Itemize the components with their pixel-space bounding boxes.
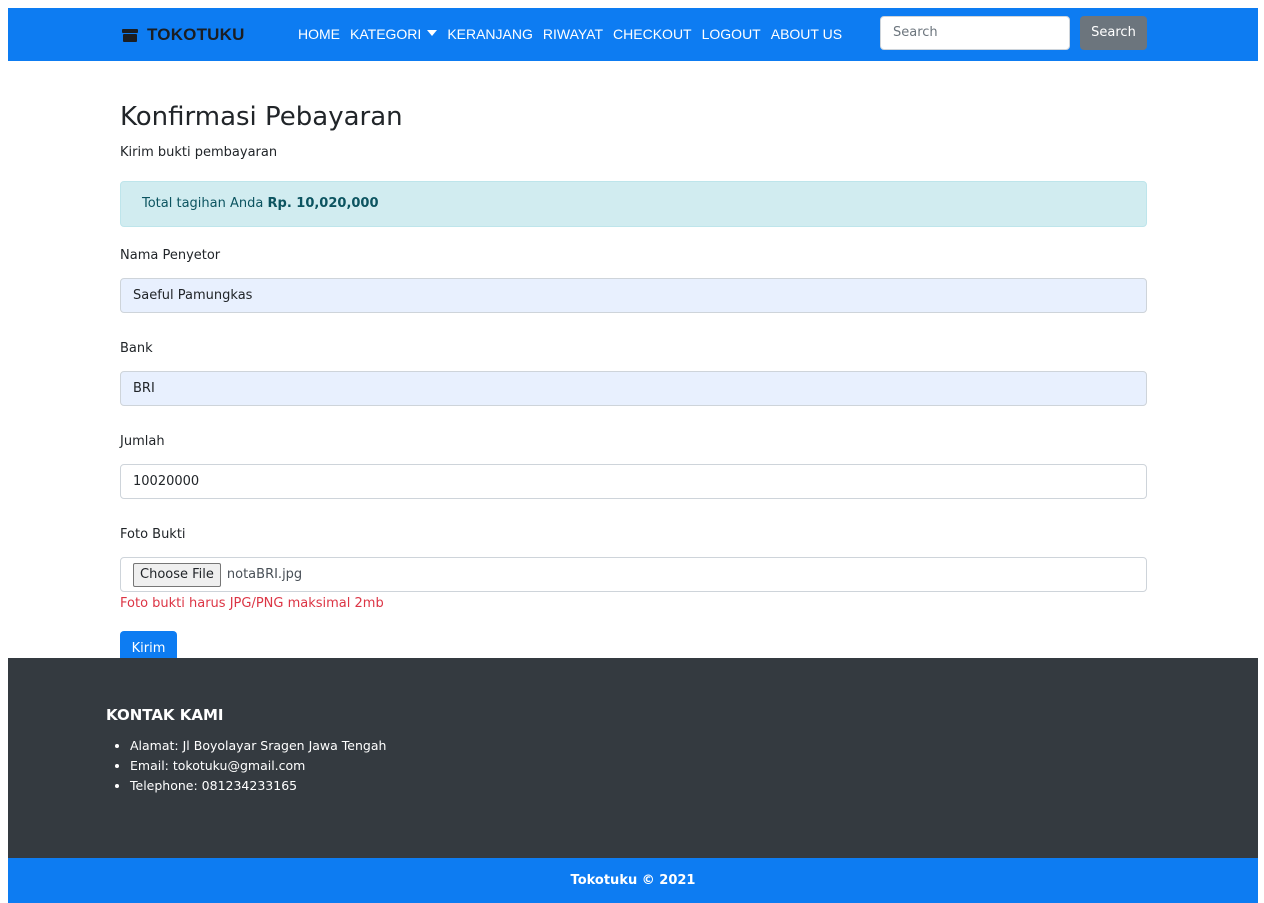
- copyright-bar: Tokotuku © 2021: [8, 858, 1258, 903]
- nav-link-riwayat[interactable]: RIWAYAT: [543, 26, 603, 42]
- footer: KONTAK KAMI Alamat: Jl Boyolayar Sragen …: [8, 658, 1258, 858]
- file-name: notaBRI.jpg: [226, 567, 303, 582]
- nama-field[interactable]: Saeful Pamungkas: [120, 278, 1147, 313]
- bank-field[interactable]: BRI: [120, 371, 1147, 406]
- foto-hint: Foto bukti harus JPG/PNG maksimal 2mb: [120, 596, 384, 611]
- choose-file-button[interactable]: Choose File: [133, 562, 221, 587]
- contact-address: Alamat: Jl Boyolayar Sragen Jawa Tengah: [130, 736, 386, 756]
- brand[interactable]: TOKOTUKU: [121, 25, 245, 45]
- nav-links: HOME KATEGORI KERANJANG RIWAYAT CHECKOUT…: [298, 26, 852, 42]
- nav-link-about-us[interactable]: ABOUT US: [771, 26, 842, 42]
- contact-phone: Telephone: 081234233165: [130, 776, 386, 796]
- nav-link-checkout[interactable]: CHECKOUT: [613, 26, 692, 42]
- contact-list: Alamat: Jl Boyolayar Sragen Jawa Tengah …: [106, 736, 386, 796]
- nav-link-kategori[interactable]: KATEGORI: [350, 26, 438, 42]
- alert-text: Total tagihan Anda: [142, 196, 264, 211]
- caret-down-icon: [427, 30, 438, 37]
- jumlah-field[interactable]: 10020000: [120, 464, 1147, 499]
- bank-label: Bank: [120, 341, 153, 356]
- nav-link-logout[interactable]: LOGOUT: [702, 26, 761, 42]
- cart-icon: [122, 29, 138, 42]
- search-button[interactable]: Search: [1080, 16, 1147, 50]
- top-strip: [0, 0, 1264, 8]
- foto-file-input[interactable]: Choose File notaBRI.jpg: [120, 557, 1147, 592]
- foto-label: Foto Bukti: [120, 527, 186, 542]
- navbar: TOKOTUKU HOME KATEGORI KERANJANG RIWAYAT…: [8, 8, 1258, 61]
- search-input[interactable]: Search: [880, 16, 1070, 50]
- nama-label: Nama Penyetor: [120, 248, 221, 263]
- nav-link-keranjang[interactable]: KERANJANG: [447, 26, 533, 42]
- main-content: Konfirmasi Pebayaran Kirim bukti pembaya…: [120, 95, 1148, 667]
- page-title: Konfirmasi Pebayaran: [120, 102, 403, 132]
- alert-amount: Rp. 10,020,000: [267, 196, 379, 211]
- jumlah-label: Jumlah: [120, 434, 165, 449]
- contact-email: Email: tokotuku@gmail.com: [130, 756, 386, 776]
- nav-link-home[interactable]: HOME: [298, 26, 340, 42]
- brand-name: TOKOTUKU: [147, 25, 245, 44]
- copyright-text: Tokotuku © 2021: [570, 873, 696, 888]
- page-subtitle: Kirim bukti pembayaran: [120, 145, 278, 160]
- total-alert: Total tagihan Anda Rp. 10,020,000: [120, 181, 1147, 227]
- footer-heading: KONTAK KAMI: [106, 706, 224, 724]
- nav-link-kategori-label: KATEGORI: [350, 26, 422, 42]
